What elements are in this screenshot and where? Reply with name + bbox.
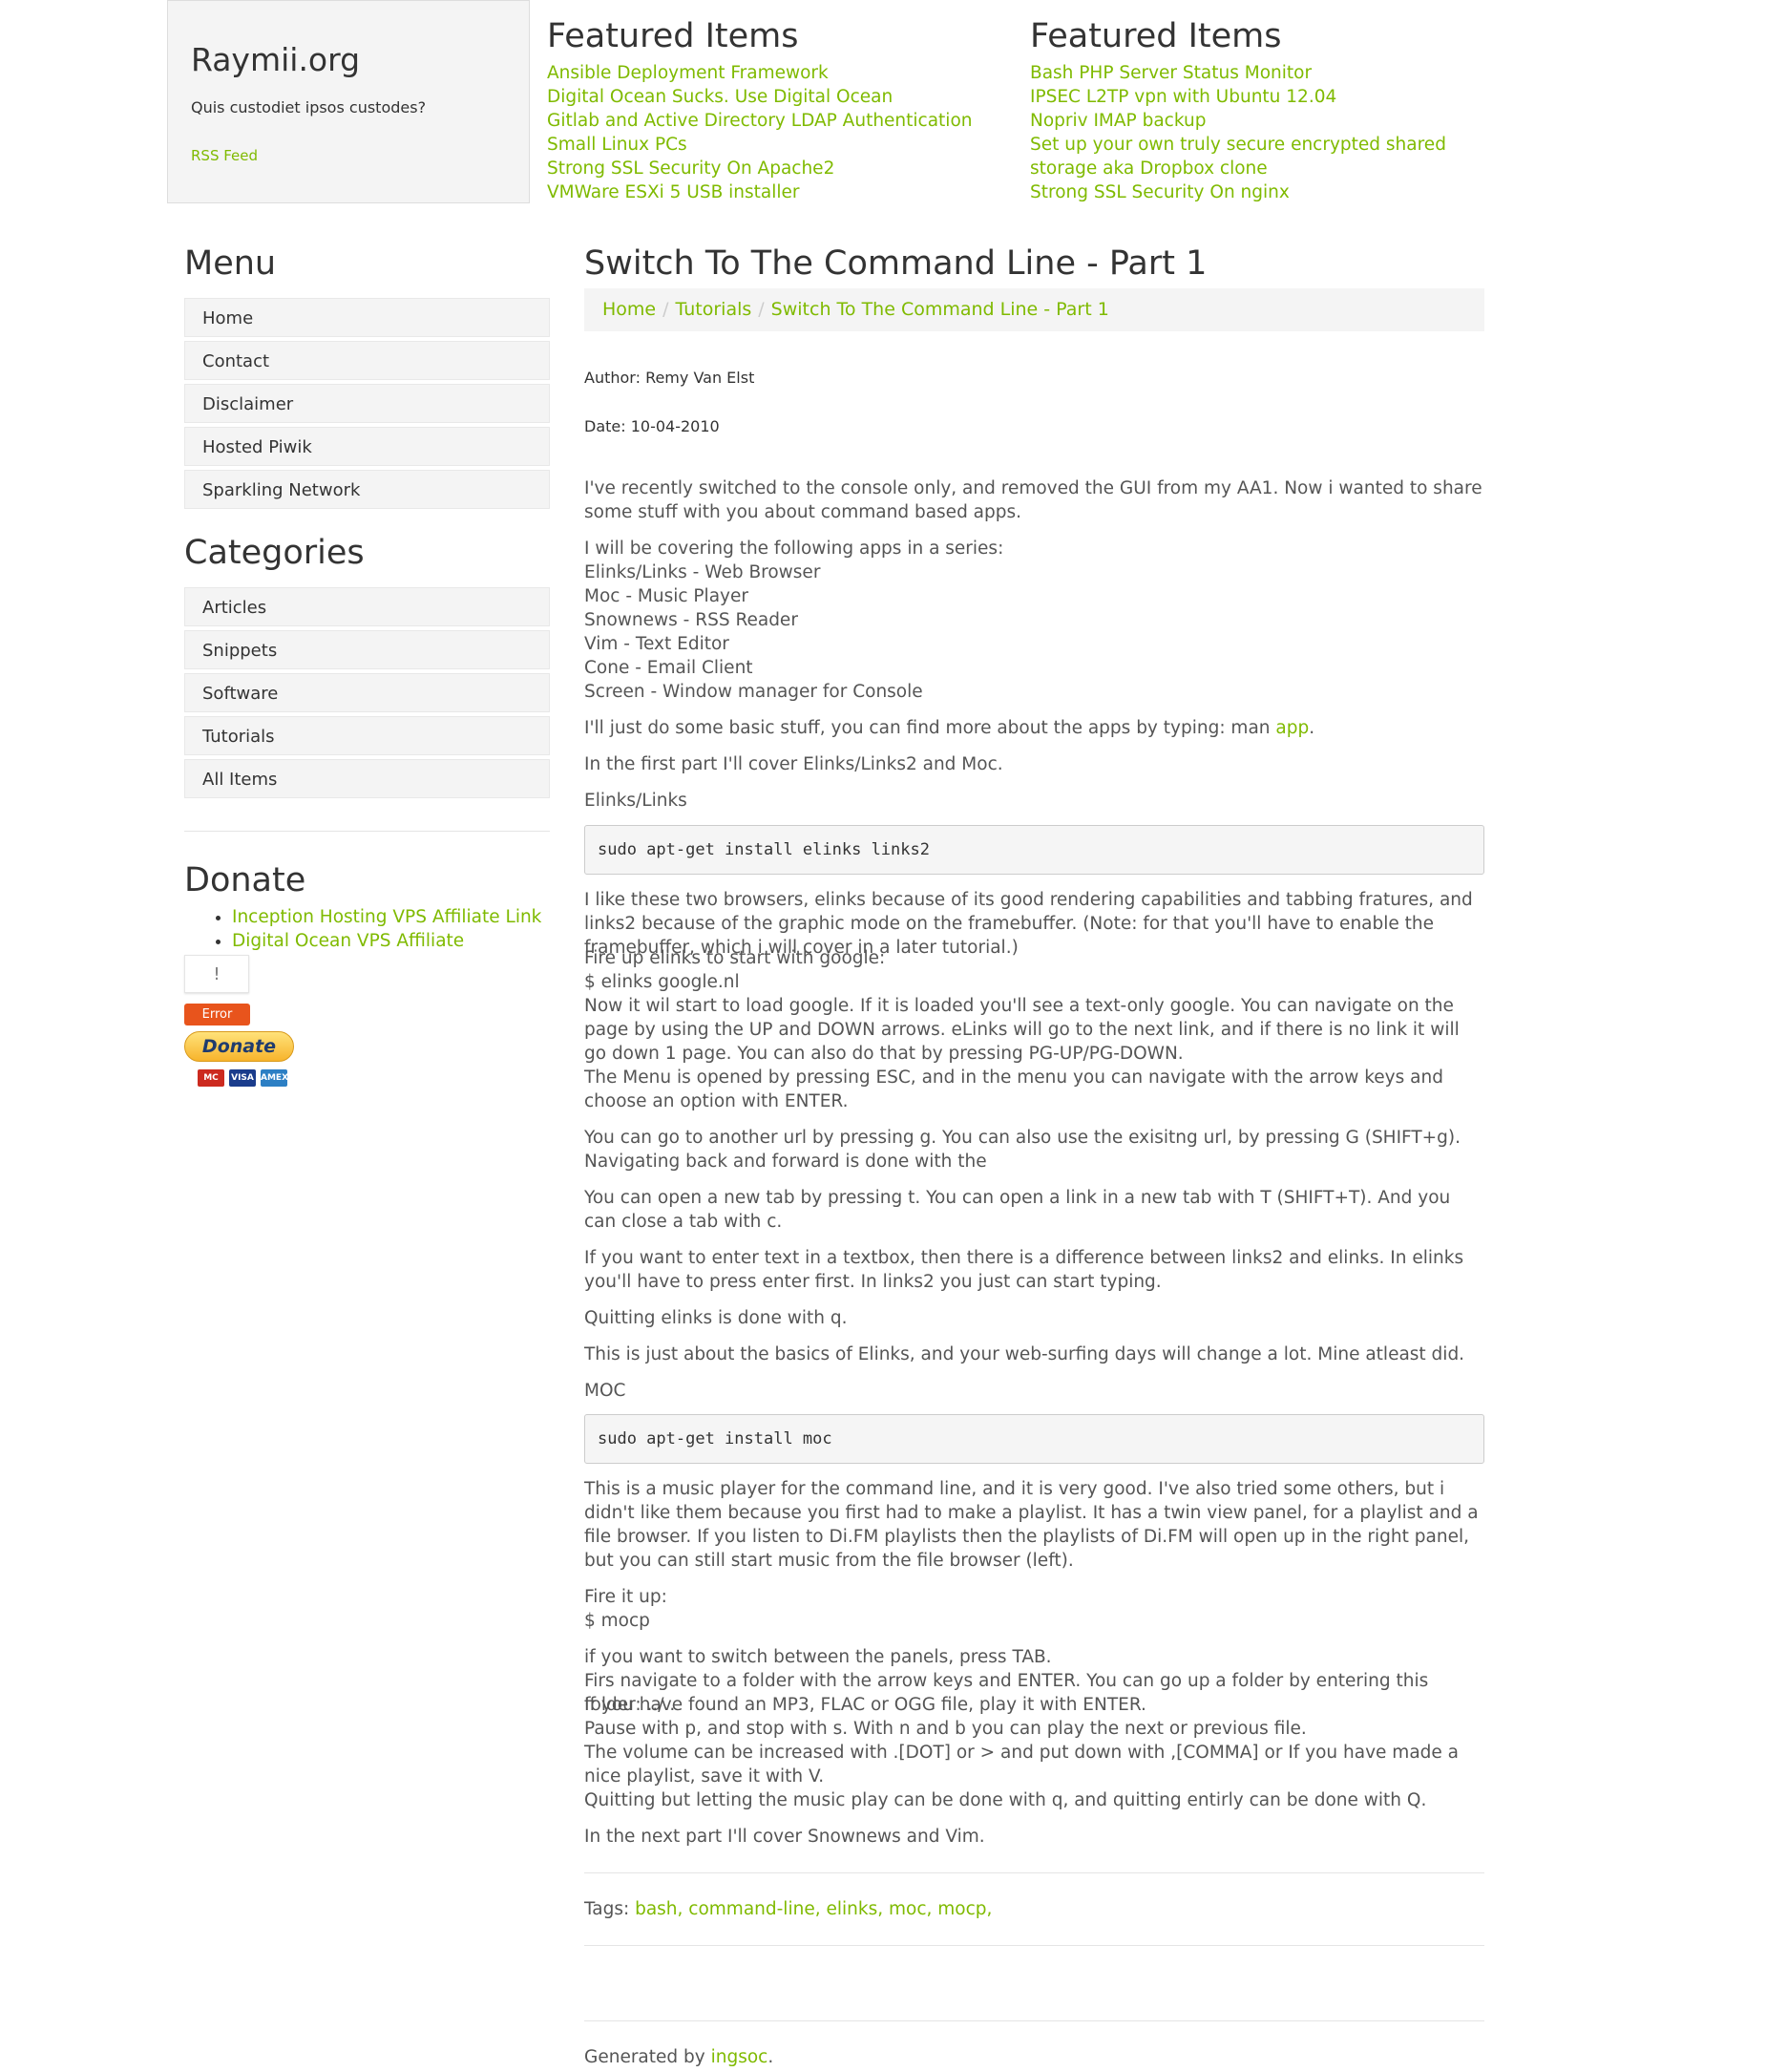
moc-heading: MOC xyxy=(584,1381,626,1401)
intro-paragraph: I've recently switched to the console on… xyxy=(584,478,1482,522)
moc-command: $ mocp xyxy=(584,1611,650,1631)
fire-moc-line: Fire it up: xyxy=(584,1587,667,1607)
code-block-elinks: sudo apt-get install elinks links2 xyxy=(584,825,1484,875)
featured-link[interactable]: Strong SSL Security On Apache2 xyxy=(547,157,996,180)
tab-paragraph: You can open a new tab by pressing t. Yo… xyxy=(584,1188,1451,1232)
man-app-link[interactable]: app xyxy=(1275,718,1309,738)
featured-link[interactable]: storage aka Dropbox clone xyxy=(1030,157,1479,180)
article-author: Author: Remy Van Elst xyxy=(584,369,755,387)
tag-moc[interactable]: moc, xyxy=(889,1899,932,1919)
tag-mocp[interactable]: mocp, xyxy=(937,1899,992,1919)
tag-elinks[interactable]: elinks, xyxy=(826,1899,883,1919)
featured-link[interactable]: IPSEC L2TP vpn with Ubuntu 12.04 xyxy=(1030,85,1479,109)
breadcrumb-home[interactable]: Home xyxy=(602,299,656,320)
footer-generated: Generated by ingsoc. xyxy=(584,2047,774,2067)
featured-link[interactable]: Ansible Deployment Framework xyxy=(547,61,996,85)
category-item-snippets[interactable]: Snippets xyxy=(184,630,550,669)
sidebar-divider xyxy=(184,831,550,832)
first-part-paragraph: In the first part I'll cover Elinks/Link… xyxy=(584,754,1003,774)
visa-icon: VISA xyxy=(229,1069,256,1087)
tag-command-line[interactable]: command-line, xyxy=(688,1899,820,1919)
next-part-paragraph: In the next part I'll cover Snownews and… xyxy=(584,1827,985,1847)
featured-link[interactable]: VMWare ESXi 5 USB installer xyxy=(547,180,996,204)
code-block-moc: sudo apt-get install moc xyxy=(584,1414,1484,1464)
mastercard-icon: MC xyxy=(198,1069,224,1087)
site-tagline: Quis custodiet ipsos custodes? xyxy=(191,98,427,116)
menu-item-disclaimer[interactable]: Disclaimer xyxy=(184,384,550,423)
tags-line: Tags: bash, command-line, elinks, moc, m… xyxy=(584,1899,993,1919)
error-badge: Error xyxy=(184,1004,250,1025)
donate-links: Inception Hosting VPS Affiliate Link Dig… xyxy=(213,905,541,953)
featured-link[interactable]: Strong SSL Security On nginx xyxy=(1030,180,1479,204)
basics-paragraph: This is just about the basics of Elinks,… xyxy=(584,1344,1465,1364)
moc-line: Pause with p, and stop with s. With n an… xyxy=(584,1719,1307,1739)
featured-link[interactable]: Gitlab and Active Directory LDAP Authent… xyxy=(547,109,996,133)
menu-list: Home Contact Disclaimer Hosted Piwik Spa… xyxy=(184,298,550,513)
man-paragraph: I'll just do some basic stuff, you can f… xyxy=(584,718,1315,738)
series-item: Vim - Text Editor xyxy=(584,634,729,654)
menu-item-contact[interactable]: Contact xyxy=(184,341,550,380)
series-item: Elinks/Links - Web Browser xyxy=(584,562,821,582)
categories-list: Articles Snippets Software Tutorials All… xyxy=(184,587,550,802)
textbox-paragraph: If you want to enter text in a textbox, … xyxy=(584,1248,1464,1292)
moc-line: The volume can be increased with .[DOT] … xyxy=(584,1743,1460,1787)
moc-paragraph: This is a music player for the command l… xyxy=(584,1479,1479,1571)
amex-icon: AMEX xyxy=(261,1069,288,1087)
payment-cards: MC VISA AMEX xyxy=(198,1069,292,1087)
menu-item-home[interactable]: Home xyxy=(184,298,550,337)
series-item: Snownews - RSS Reader xyxy=(584,610,798,630)
menu-item-hosted-piwik[interactable]: Hosted Piwik xyxy=(184,427,550,466)
donate-link-digital-ocean[interactable]: Digital Ocean VPS Affiliate xyxy=(232,931,464,951)
featured-link[interactable]: Small Linux PCs xyxy=(547,133,996,157)
breadcrumb: Home / Tutorials / Switch To The Command Lin… xyxy=(584,288,1484,331)
series-item: Cone - Email Client xyxy=(584,658,753,678)
url-paragraph: You can go to another url by pressing g.… xyxy=(584,1128,1461,1172)
paypal-donate-button[interactable]: Donate xyxy=(184,1031,294,1062)
tags-divider xyxy=(584,1945,1484,1946)
categories-title: Categories xyxy=(184,534,365,572)
moc-line: If you have found an MP3, FLAC or OGG fi… xyxy=(584,1695,1146,1715)
ingsoc-link[interactable]: ingsoc xyxy=(711,2047,768,2067)
menu-paragraph: The Menu is opened by pressing ESC, and … xyxy=(584,1068,1443,1111)
moc-line: if you want to switch between the panels… xyxy=(584,1647,1052,1667)
featured-title: Featured Items xyxy=(547,17,799,55)
fire-elinks-line: Fire up elinks to start with google: xyxy=(584,948,886,968)
load-paragraph: Now it wil start to load google. If it i… xyxy=(584,996,1460,1064)
series-item: Moc - Music Player xyxy=(584,586,748,606)
elinks-command: $ elinks google.nl xyxy=(584,972,740,992)
quit-paragraph: Quitting elinks is done with q. xyxy=(584,1308,848,1328)
menu-title: Menu xyxy=(184,244,277,283)
page-title: Switch To The Command Line - Part 1 xyxy=(584,244,1208,283)
error-icon: ! xyxy=(184,955,249,993)
featured-link[interactable]: Nopriv IMAP backup xyxy=(1030,109,1479,133)
featured-title: Featured Items xyxy=(1030,17,1282,55)
site-title[interactable]: Raymii.org xyxy=(191,41,360,78)
category-item-articles[interactable]: Articles xyxy=(184,587,550,626)
category-item-software[interactable]: Software xyxy=(184,673,550,712)
breadcrumb-tutorials[interactable]: Tutorials xyxy=(676,299,752,320)
article-date: Date: 10-04-2010 xyxy=(584,417,720,435)
rss-feed-link[interactable]: RSS Feed xyxy=(191,147,258,164)
featured-link[interactable]: Bash PHP Server Status Monitor xyxy=(1030,61,1479,85)
category-item-tutorials[interactable]: Tutorials xyxy=(184,716,550,755)
donate-title: Donate xyxy=(184,861,306,899)
moc-line: Quitting but letting the music play can … xyxy=(584,1790,1427,1810)
article-divider xyxy=(584,1872,1484,1873)
tag-bash[interactable]: bash, xyxy=(635,1899,683,1919)
series-intro: I will be covering the following apps in… xyxy=(584,539,1004,559)
featured-link[interactable]: Digital Ocean Sucks. Use Digital Ocean xyxy=(547,85,996,109)
featured-items-left: Featured Items Ansible Deployment Framew… xyxy=(547,17,996,204)
footer-divider xyxy=(584,2020,1484,2021)
brand-box: Raymii.org Quis custodiet ipsos custodes… xyxy=(167,0,530,203)
elinks-heading: Elinks/Links xyxy=(584,791,687,811)
featured-items-right: Featured Items Bash PHP Server Status Mo… xyxy=(1030,17,1479,204)
donate-link-inception[interactable]: Inception Hosting VPS Affiliate Link xyxy=(232,907,541,927)
series-item: Screen - Window manager for Console xyxy=(584,682,923,702)
menu-item-sparkling-network[interactable]: Sparkling Network xyxy=(184,470,550,509)
breadcrumb-current[interactable]: Switch To The Command Line - Part 1 xyxy=(771,299,1109,320)
category-item-all-items[interactable]: All Items xyxy=(184,759,550,798)
featured-link[interactable]: Set up your own truly secure encrypted s… xyxy=(1030,133,1479,157)
